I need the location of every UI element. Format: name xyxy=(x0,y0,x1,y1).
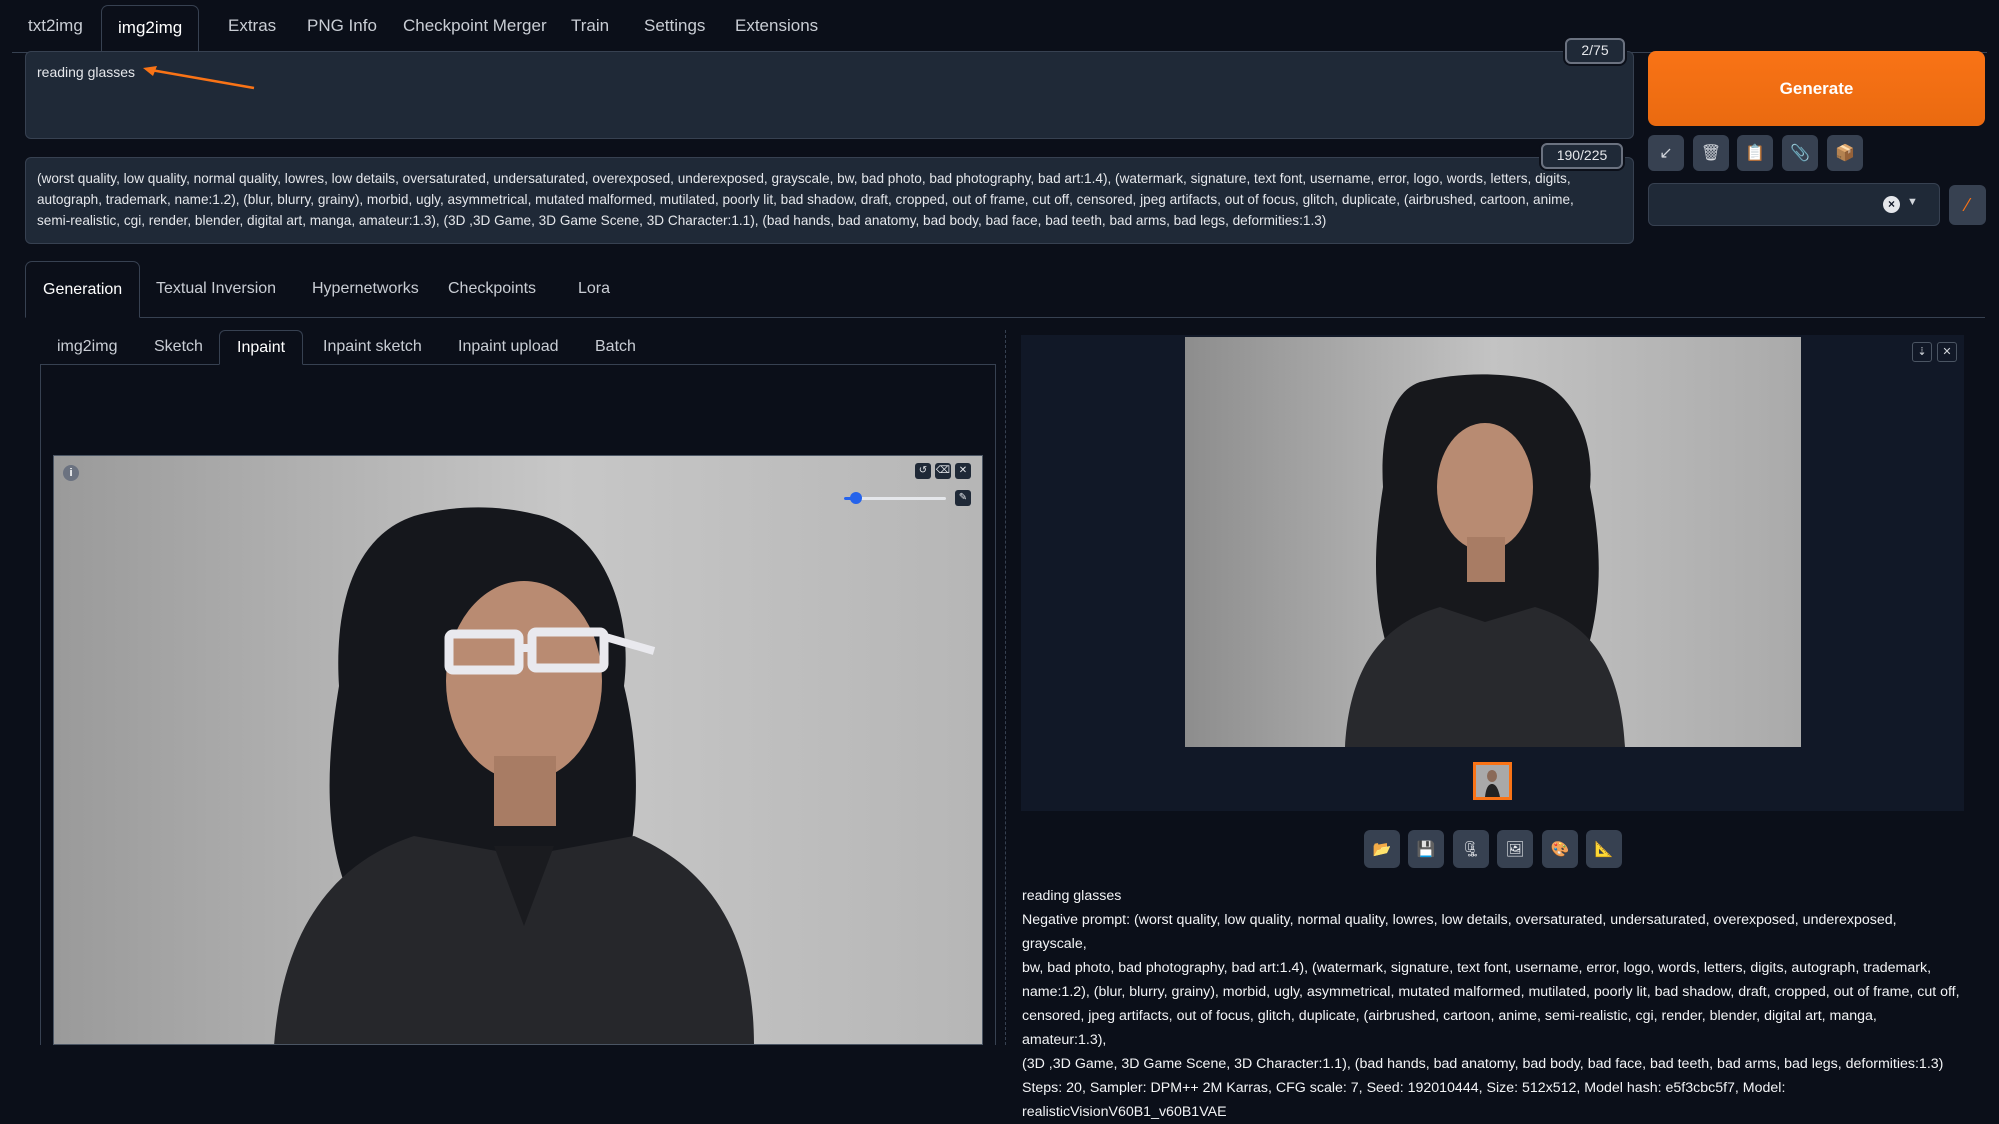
tab-lora[interactable]: Lora xyxy=(561,261,627,317)
negative-prompt-input[interactable]: (worst quality, low quality, normal qual… xyxy=(25,157,1634,244)
negative-prompt-line: semi-realistic, cgi, render, blender, di… xyxy=(37,213,1327,228)
section-tab-bar: Generation Textual Inversion Hypernetwor… xyxy=(25,261,1985,318)
tab-batch[interactable]: Batch xyxy=(578,330,653,364)
tab-extras[interactable]: Extras xyxy=(212,7,292,45)
undo-icon[interactable]: ↺ xyxy=(915,463,931,479)
tab-txt2img[interactable]: txt2img xyxy=(12,7,99,45)
tab-hypernetworks[interactable]: Hypernetworks xyxy=(295,261,436,317)
info-params: Steps: 20, Sampler: DPM++ 2M Karras, CFG… xyxy=(1022,1080,1786,1120)
zip-icon[interactable]: 🗜 xyxy=(1453,830,1489,868)
tab-checkpoint-merger[interactable]: Checkpoint Merger xyxy=(387,7,563,45)
tab-checkpoints[interactable]: Checkpoints xyxy=(431,261,553,317)
save-icon[interactable]: 💾 xyxy=(1408,830,1444,868)
mode-tab-bar: img2img Sketch Inpaint Inpaint sketch In… xyxy=(40,330,996,365)
styles-dropdown[interactable]: × ▼ xyxy=(1648,183,1940,226)
inpaint-canvas[interactable]: i ↺ ⌫ ✕ ✎ xyxy=(53,455,983,1045)
close-icon[interactable]: ✕ xyxy=(1937,342,1957,362)
package-icon[interactable]: 📦 xyxy=(1827,135,1863,171)
tab-sketch[interactable]: Sketch xyxy=(137,330,220,364)
arrow-down-left-icon[interactable]: ↙ xyxy=(1648,135,1684,171)
info-prompt: reading glasses xyxy=(1022,888,1122,904)
output-portrait xyxy=(1345,374,1625,747)
chevron-down-icon[interactable]: ▼ xyxy=(1907,196,1918,208)
palette-icon[interactable]: 🎨 xyxy=(1542,830,1578,868)
output-thumbnail[interactable] xyxy=(1473,762,1512,800)
annotation-arrow-icon xyxy=(143,66,255,90)
tab-png-info[interactable]: PNG Info xyxy=(291,7,393,45)
info-icon[interactable]: i xyxy=(63,465,79,481)
trash-icon[interactable]: 🗑 xyxy=(1693,135,1729,171)
prompt-input[interactable]: reading glasses xyxy=(25,51,1634,139)
brush-icon[interactable]: ✎ xyxy=(955,490,971,506)
prompt-text: reading glasses xyxy=(37,64,136,80)
negative-prompt-line: autograph, trademark, name:1.2), (blur, … xyxy=(37,192,1574,207)
tab-img2img[interactable]: img2img xyxy=(101,5,200,53)
tab-generation[interactable]: Generation xyxy=(25,261,141,318)
info-negative-line: (3D ,3D Game, 3D Game Scene, 3D Characte… xyxy=(1022,1056,1944,1072)
tab-textual-inversion[interactable]: Textual Inversion xyxy=(139,261,293,317)
thumbnail-portrait xyxy=(1485,770,1500,797)
eraser-icon[interactable]: ⌫ xyxy=(935,463,951,479)
tab-inpaint-upload[interactable]: Inpaint upload xyxy=(441,330,576,364)
tab-train[interactable]: Train xyxy=(555,7,625,45)
prompt-token-counter: 2/75 xyxy=(1565,38,1625,64)
tab-settings[interactable]: Settings xyxy=(628,7,721,45)
tab-inpaint-sketch[interactable]: Inpaint sketch xyxy=(306,330,439,364)
generate-button[interactable]: Generate xyxy=(1648,51,1985,126)
column-divider xyxy=(1005,330,1006,1045)
negative-token-counter: 190/225 xyxy=(1541,143,1623,169)
download-icon[interactable]: ⇣ xyxy=(1912,342,1932,362)
clipboard-icon[interactable]: 📋 xyxy=(1737,135,1773,171)
brush-size-slider[interactable] xyxy=(844,492,946,504)
generation-info: reading glasses Negative prompt: (worst … xyxy=(1022,884,1962,1124)
ruler-icon[interactable]: 📐 xyxy=(1586,830,1622,868)
clear-icon[interactable]: × xyxy=(1883,196,1900,213)
folder-icon[interactable]: 📂 xyxy=(1364,830,1400,868)
tab-img2img-mode[interactable]: img2img xyxy=(40,330,134,364)
close-icon[interactable]: ✕ xyxy=(955,463,971,479)
tab-inpaint[interactable]: Inpaint xyxy=(219,330,304,365)
paperclip-icon[interactable]: 📎 xyxy=(1782,135,1818,171)
output-image[interactable] xyxy=(1185,337,1801,747)
top-tab-bar: txt2img img2img Extras PNG Info Checkpoi… xyxy=(12,0,1987,53)
negative-prompt-line: (worst quality, low quality, normal qual… xyxy=(37,171,1571,186)
image-icon[interactable]: 🖼 xyxy=(1497,830,1533,868)
portrait-image xyxy=(274,507,754,1044)
apply-style-brush-icon[interactable]: ⁄ xyxy=(1949,185,1986,225)
tab-extensions[interactable]: Extensions xyxy=(719,7,834,45)
info-negative-line: bw, bad photo, bad photography, bad art:… xyxy=(1022,960,1932,976)
info-negative-line: name:1.2), (blur, blurry, grainy), morbi… xyxy=(1022,984,1960,1000)
info-negative-line: Negative prompt: (worst quality, low qua… xyxy=(1022,912,1897,952)
